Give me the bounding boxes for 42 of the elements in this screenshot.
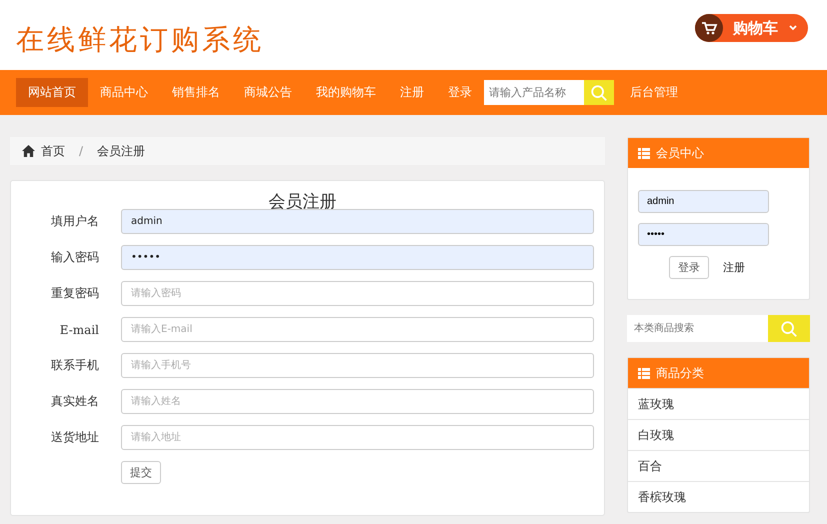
input-field[interactable]: 请输入姓名 — [121, 389, 594, 414]
breadcrumb-separator: / — [79, 144, 84, 158]
field-label: 联系手机 — [50, 357, 99, 374]
site-logo: 在线鲜花订购系统 — [16, 22, 264, 58]
username-field[interactable]: admin — [638, 190, 769, 213]
login-button[interactable]: 登录 — [669, 256, 709, 279]
field-label: 重复密码 — [50, 285, 99, 302]
search-field[interactable]: 本类商品搜索 — [627, 315, 768, 342]
category-item[interactable]: 蓝玫瑰 — [628, 388, 809, 419]
home-icon — [22, 145, 35, 157]
register-link[interactable]: 注册 — [723, 260, 745, 275]
field-label: 填用户名 — [50, 213, 99, 230]
breadcrumb-link[interactable]: 首页 — [41, 142, 65, 160]
category-item[interactable]: 香槟玫瑰 — [628, 481, 809, 512]
search-button[interactable] — [584, 80, 614, 105]
field-label: 真实姓名 — [50, 393, 99, 410]
list-icon — [638, 148, 650, 158]
panel-title: 商品分类 — [656, 364, 704, 382]
breadcrumb-current: 会员注册 — [97, 142, 146, 160]
panel-title: 会员中心 — [656, 144, 704, 162]
search-icon — [780, 320, 798, 338]
field-label: 送货地址 — [50, 429, 99, 446]
input-field[interactable]: admin — [121, 209, 594, 234]
input-field[interactable]: ••••• — [121, 245, 594, 270]
submit-button[interactable]: 提交 — [121, 461, 161, 484]
nav-link[interactable]: 网站首页 — [16, 78, 88, 107]
field-label: E-mail — [58, 322, 99, 336]
search-icon — [590, 84, 608, 102]
input-field[interactable]: 请输入手机号 — [121, 353, 594, 378]
search-button[interactable] — [768, 315, 810, 342]
input-field[interactable]: 请输入密码 — [121, 281, 594, 306]
list-icon — [638, 368, 650, 378]
search-field[interactable]: 请输入产品名称 — [484, 80, 584, 105]
input-field[interactable]: 请输入E-mail — [121, 317, 594, 342]
password-field[interactable]: ••••• — [638, 223, 769, 246]
cart-icon — [695, 14, 723, 42]
form-title: 会员注册 — [268, 191, 338, 209]
input-field[interactable]: 请输入地址 — [121, 425, 594, 450]
category-item[interactable]: 白玫瑰 — [628, 419, 809, 450]
category-item[interactable]: 百合 — [628, 450, 809, 481]
chevron-icon — [788, 23, 798, 33]
field-label: 输入密码 — [50, 249, 99, 266]
